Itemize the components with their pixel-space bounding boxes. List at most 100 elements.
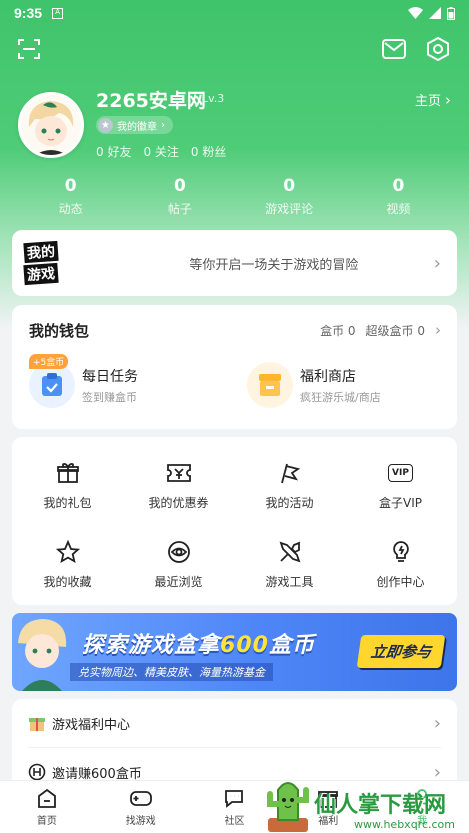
headline-number: 600 (220, 633, 269, 658)
grid-label: 创作中心 (376, 575, 425, 589)
logo-line: 我的 (23, 240, 59, 264)
coin-balance: 盒币 0 (320, 323, 356, 338)
wallet-card: 我的钱包 盒币 0 超级盒币 0 › +5盒币 每日任务 签到赚盒币 福利商店 … (12, 305, 457, 429)
gift-icon (12, 459, 123, 487)
grid-item-gifts[interactable]: 我的礼包 (12, 459, 123, 511)
wallet-balance[interactable]: 盒币 0 超级盒币 0 › (320, 321, 441, 339)
lightbulb-icon (345, 538, 456, 566)
logo-line: 游戏 (23, 262, 59, 286)
headline-part: 探索游戏盒拿 (82, 633, 221, 658)
home-icon (37, 788, 56, 808)
grid-item-recent[interactable]: 最近浏览 (123, 538, 234, 590)
stat-label: 视频 (386, 202, 411, 216)
grid-item-coupons[interactable]: 我的优惠券 (123, 459, 234, 511)
welfare-shop-tile[interactable]: 福利商店 疯狂游乐城/商店 (247, 362, 381, 408)
social-counts: 0 好友 0 关注 0 粉丝 (96, 143, 226, 160)
daily-task-tile[interactable]: +5盒币 每日任务 签到赚盒币 (29, 354, 138, 408)
status-time: 9:35 (14, 5, 43, 21)
wallet-title: 我的钱包 (29, 322, 90, 340)
chevron-right-icon: › (161, 119, 165, 131)
badge-button[interactable]: ★ 我的徽章 › (96, 116, 173, 134)
grid-label: 最近浏览 (154, 575, 203, 589)
tab-find-games[interactable]: 找游戏 (94, 781, 188, 833)
cactus-mascot-icon (267, 781, 309, 832)
list-label: 游戏福利中心 (52, 717, 131, 733)
stat-value: 0 (392, 176, 405, 196)
star-icon (12, 538, 123, 566)
grid-label: 我的优惠券 (148, 496, 209, 510)
fans-count[interactable]: 0 粉丝 (191, 143, 226, 160)
coupon-icon (123, 459, 234, 487)
grid-item-creator-center[interactable]: 创作中心 (345, 538, 456, 590)
my-games-logo: 我的 游戏 (23, 239, 84, 287)
stat-label: 游戏评论 (265, 202, 314, 216)
tab-label: 首页 (36, 816, 57, 827)
stat-game-reviews[interactable]: 0 游戏评论 (235, 176, 344, 217)
stat-posts-dynamic[interactable]: 0 动态 (16, 176, 125, 217)
grid-label: 我的礼包 (43, 496, 92, 510)
badge-label: 我的徽章 (117, 121, 157, 133)
stat-label: 动态 (58, 202, 83, 216)
banner-cta-button[interactable]: 立即参与 (356, 635, 446, 668)
grid-item-vip[interactable]: VIP 盒子VIP (345, 459, 456, 511)
flag-icon (234, 459, 345, 487)
user-level: Lv.3 (202, 92, 225, 105)
banner-subtitle: 兑实物周边、精美皮肤、海量热游基金 (70, 663, 273, 681)
stats-row: 0 动态 0 帖子 0 游戏评论 0 视频 (16, 176, 453, 217)
stat-label: 帖子 (167, 202, 192, 216)
stat-threads[interactable]: 0 帖子 (125, 176, 234, 217)
my-games-card[interactable]: 我的 游戏 等你开启一场关于游戏的冒险 › (12, 230, 457, 296)
message-icon[interactable] (380, 36, 408, 62)
chevron-right-icon: › (435, 321, 441, 339)
homepage-label: 主页 (414, 94, 441, 109)
sim-icon: A (52, 7, 64, 19)
grid-item-game-tools[interactable]: 游戏工具 (234, 538, 345, 590)
badge-star-icon: ★ (98, 117, 113, 133)
watermark-text: 仙人掌下载网 (314, 792, 447, 818)
chevron-right-icon: › (433, 252, 441, 274)
settings-icon[interactable] (424, 35, 452, 63)
scan-icon[interactable] (16, 36, 42, 62)
grid-item-activities[interactable]: 我的活动 (234, 459, 345, 511)
reward-tag: +5盒币 (29, 354, 69, 369)
battery-icon (447, 6, 455, 20)
tile-subtitle: 签到赚盒币 (82, 390, 137, 404)
status-bar: 9:35 A (0, 0, 469, 26)
homepage-link[interactable]: 主页 › (414, 90, 451, 110)
tab-label: 找游戏 (125, 816, 156, 827)
my-games-text: 等你开启一场关于游戏的冒险 (189, 257, 359, 273)
gift-box-icon (28, 714, 46, 732)
tile-subtitle: 疯狂游乐城/商店 (300, 390, 381, 404)
tab-home[interactable]: 首页 (0, 781, 94, 833)
eye-icon (123, 538, 234, 566)
headline-part: 盒币 (268, 633, 315, 658)
stat-videos[interactable]: 0 视频 (344, 176, 453, 217)
super-coin-balance: 超级盒币 0 (365, 323, 425, 338)
chat-icon (225, 790, 244, 808)
shop-icon (247, 362, 293, 408)
banner-headline: 探索游戏盒拿600盒币 (82, 627, 315, 659)
h-coin-icon (28, 763, 46, 781)
grid-label: 我的收藏 (43, 575, 92, 589)
following-count[interactable]: 0 关注 (143, 143, 178, 160)
tile-title: 每日任务 (82, 368, 138, 385)
wifi-icon (408, 7, 423, 19)
grid-item-favorites[interactable]: 我的收藏 (12, 538, 123, 590)
stat-value: 0 (64, 176, 77, 196)
username: 2265安卓网 (96, 90, 206, 112)
list-item-welfare-center[interactable]: 游戏福利中心 › (12, 699, 457, 747)
vip-icon: VIP (345, 459, 456, 487)
grid-label: 盒子VIP (379, 496, 422, 510)
avatar[interactable] (18, 92, 84, 158)
chevron-right-icon: › (445, 90, 451, 109)
vip-icon-text: VIP (388, 464, 413, 482)
friends-count[interactable]: 0 好友 (96, 143, 131, 160)
chevron-right-icon: › (433, 712, 441, 734)
signal-icon (429, 7, 441, 19)
tile-title: 福利商店 (300, 368, 356, 385)
gamepad-icon (129, 791, 152, 806)
grid-label: 我的活动 (265, 496, 314, 510)
promo-banner[interactable]: 探索游戏盒拿600盒币 兑实物周边、精美皮肤、海量热游基金 立即参与 (12, 613, 457, 691)
watermark-url: www.hebxqrc.com (353, 818, 455, 831)
feature-grid: 我的礼包 我的优惠券 我的活动 VIP 盒子VIP 我的收藏 最近浏览 游戏工具… (12, 437, 457, 605)
